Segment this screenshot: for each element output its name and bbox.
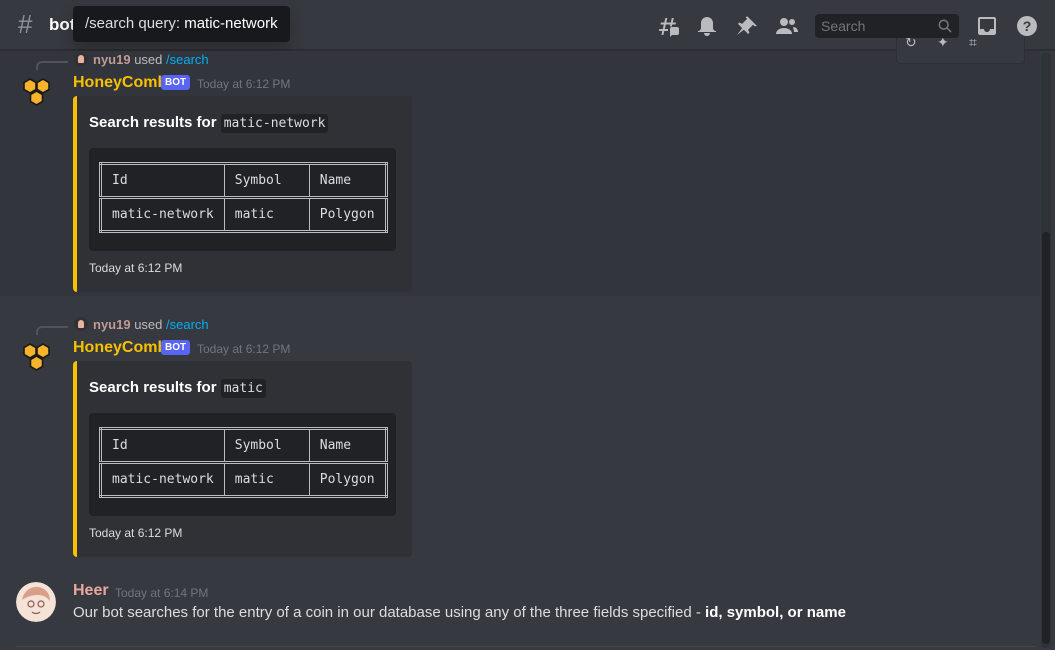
reply-command[interactable]: /search (166, 52, 209, 67)
reply-context[interactable]: nyu19 used /search (74, 317, 209, 332)
bot-tag: BOT (161, 340, 191, 355)
message-hover-toolbar: ↻ ✦ ⌗ (896, 38, 1025, 64)
table-header-cell: Id (100, 428, 225, 464)
author-name[interactable]: HoneyComb (73, 339, 167, 357)
table-cell: matic (223, 197, 310, 232)
search-results-embed: Search results for matic-network Id Symb… (73, 96, 412, 292)
reply-connector (36, 61, 68, 70)
reply-context[interactable]: nyu19 used /search (74, 52, 209, 67)
message-1: nyu19 used /search HoneyComb BOT Today a… (0, 51, 1040, 296)
search-results-embed: Search results for matic Id Symbol Name … (73, 361, 412, 557)
code-block: Id Symbol Name matic-network matic Polyg… (89, 148, 396, 251)
embed-title-prefix: Search results for (89, 114, 217, 131)
tooltip-value: matic-network (184, 15, 278, 32)
heer-avatar[interactable] (16, 582, 56, 622)
bottom-divider (16, 646, 1036, 647)
honeycomb-avatar[interactable] (16, 75, 56, 115)
bot-tag: BOT (161, 75, 191, 90)
embed-title-prefix: Search results for (89, 379, 217, 396)
author-name[interactable]: HoneyComb (73, 74, 167, 92)
message-timestamp: Today at 6:12 PM (197, 77, 291, 91)
reply-username[interactable]: nyu19 (93, 317, 131, 332)
scrollbar-thumb[interactable] (1042, 232, 1050, 644)
author-name[interactable]: Heer (73, 582, 109, 600)
inbox-icon[interactable] (975, 14, 999, 38)
table-header-cell: Symbol (223, 428, 310, 464)
table-header-cell: Name (308, 428, 387, 464)
table-cell: Polygon (308, 197, 387, 232)
threads-icon[interactable] (656, 14, 680, 38)
table-header-cell: Symbol (223, 163, 310, 199)
search-icon (938, 19, 952, 33)
embed-footer: Today at 6:12 PM (89, 261, 183, 275)
embed-query: matic-network (220, 114, 329, 133)
reply-icon[interactable]: ✦ (937, 38, 949, 51)
search-box[interactable] (815, 14, 959, 38)
members-icon[interactable] (775, 14, 799, 38)
message-text: Our bot searches for the entry of a coin… (73, 604, 701, 621)
embed-title: Search results for matic (89, 379, 266, 398)
table-header-row: Id Symbol Name (100, 163, 387, 199)
reply-avatar (74, 317, 88, 331)
reply-avatar (74, 52, 88, 66)
thread-icon[interactable]: ⌗ (969, 38, 977, 51)
reply-username[interactable]: nyu19 (93, 52, 131, 67)
table-cell: matic-network (100, 462, 225, 497)
reply-used-text: used (134, 317, 163, 332)
table-row: matic-network matic Polygon (100, 197, 387, 232)
embed-footer: Today at 6:12 PM (89, 526, 183, 540)
message-content: Our bot searches for the entry of a coin… (73, 604, 846, 621)
reply-connector (36, 326, 68, 335)
channel-name: bot (49, 15, 76, 34)
svg-text:?: ? (1023, 18, 1032, 34)
reply-command[interactable]: /search (166, 317, 209, 332)
message-timestamp: Today at 6:14 PM (115, 586, 209, 600)
command-tooltip: /search query: matic-network (73, 6, 290, 42)
message-text-bold: id, symbol, or name (705, 604, 846, 621)
message-2: nyu19 used /search HoneyComb BOT Today a… (0, 316, 1040, 561)
reply-used-text: used (134, 52, 163, 67)
search-input[interactable] (815, 14, 935, 38)
table-cell: Polygon (308, 462, 387, 497)
results-table: Id Symbol Name matic-network matic Polyg… (99, 427, 388, 498)
table-cell: matic-network (100, 197, 225, 232)
tooltip-prefix: /search query: (85, 15, 181, 32)
discord-window: # bot ? /search query: matic-network (0, 0, 1055, 650)
embed-query: matic (220, 379, 266, 398)
table-row: matic-network matic Polygon (100, 462, 387, 497)
table-header-cell: Name (308, 163, 387, 199)
table-cell: matic (223, 462, 310, 497)
code-block: Id Symbol Name matic-network matic Polyg… (89, 413, 396, 516)
embed-title: Search results for matic-network (89, 114, 329, 133)
message-3: Heer Today at 6:14 PM Our bot searches f… (0, 576, 1040, 642)
help-icon[interactable]: ? (1015, 14, 1039, 38)
channel-hash-icon: # (18, 9, 33, 39)
pin-icon[interactable] (735, 14, 759, 38)
bell-icon[interactable] (695, 14, 719, 38)
results-table: Id Symbol Name matic-network matic Polyg… (99, 162, 388, 233)
message-timestamp: Today at 6:12 PM (197, 342, 291, 356)
add-reaction-icon[interactable]: ↻ (905, 38, 917, 51)
table-header-row: Id Symbol Name (100, 428, 387, 464)
honeycomb-avatar[interactable] (16, 340, 56, 380)
table-header-cell: Id (100, 163, 225, 199)
